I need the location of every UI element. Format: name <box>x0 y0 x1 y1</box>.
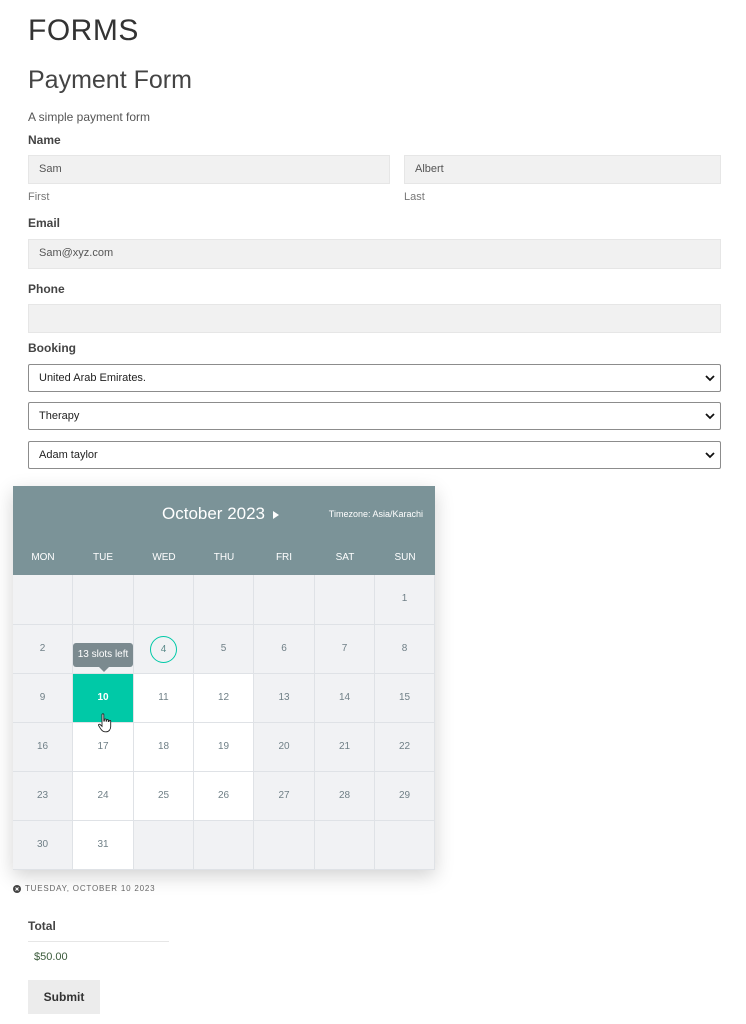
chevron-down-icon <box>705 375 715 382</box>
calendar-day-29[interactable]: 29 <box>375 772 435 821</box>
today-marker: 4 <box>150 636 177 663</box>
calendar-day-28[interactable]: 28 <box>315 772 375 821</box>
staff-select[interactable]: Adam taylor <box>28 441 721 469</box>
email-input[interactable]: Sam@xyz.com <box>28 239 721 269</box>
calendar-day-27[interactable]: 27 <box>254 772 315 821</box>
submit-button[interactable]: Submit <box>28 980 100 1014</box>
selected-date-text: TUESDAY, OCTOBER 10 2023 <box>25 884 156 893</box>
calendar-day-empty <box>194 821 254 870</box>
page-title: FORMS <box>28 14 139 47</box>
calendar-day-11[interactable]: 11 <box>134 674 194 723</box>
calendar-day-12[interactable]: 12 <box>194 674 254 723</box>
calendar-month-label: October 2023 <box>162 504 266 523</box>
calendar-day-24[interactable]: 24 <box>73 772 134 821</box>
calendar-day-5[interactable]: 5 <box>194 625 254 674</box>
first-name-input[interactable]: Sam <box>28 155 390 184</box>
weekday-thu: THU <box>213 552 235 563</box>
weekday-mon: MON <box>31 552 55 563</box>
service-select[interactable]: Therapy <box>28 402 721 430</box>
calendar-day-empty <box>254 575 315 625</box>
calendar-day-empty <box>194 575 254 625</box>
calendar-day-empty <box>315 575 375 625</box>
booking-calendar: October 2023 Timezone: Asia/Karachi MON … <box>13 486 435 870</box>
total-label: Total <box>28 919 56 933</box>
calendar-day-22[interactable]: 22 <box>375 723 435 772</box>
calendar-day-empty <box>254 821 315 870</box>
weekday-wed: WED <box>152 552 176 563</box>
calendar-day-6[interactable]: 6 <box>254 625 315 674</box>
calendar-day-23[interactable]: 23 <box>13 772 73 821</box>
chevron-down-icon <box>705 452 715 459</box>
form-description: A simple payment form <box>28 110 151 124</box>
weekday-fri: FRI <box>275 552 293 563</box>
calendar-day-8[interactable]: 8 <box>375 625 435 674</box>
calendar-day-empty <box>315 821 375 870</box>
calendar-day-1[interactable]: 1 <box>375 575 435 625</box>
calendar-day-26[interactable]: 26 <box>194 772 254 821</box>
email-label: Email <box>28 216 61 230</box>
calendar-day-14[interactable]: 14 <box>315 674 375 723</box>
weekday-sun: SUN <box>394 552 416 563</box>
next-month-arrow-icon[interactable] <box>273 511 279 519</box>
calendar-day-13[interactable]: 13 <box>254 674 315 723</box>
chevron-down-icon <box>705 413 715 420</box>
service-value: Therapy <box>39 410 80 422</box>
location-select[interactable]: United Arab Emirates. <box>28 364 721 392</box>
calendar-day-18[interactable]: 18 <box>134 723 194 772</box>
calendar-day-empty <box>13 575 73 625</box>
location-value: United Arab Emirates. <box>39 372 146 384</box>
close-circle-icon[interactable] <box>13 884 21 893</box>
calendar-day-31[interactable]: 31 <box>73 821 134 870</box>
calendar-day-16[interactable]: 16 <box>13 723 73 772</box>
calendar-grid: 1234567891011121314151617181920212223242… <box>13 575 435 870</box>
calendar-day-2[interactable]: 2 <box>13 625 73 674</box>
calendar-day-9[interactable]: 9 <box>13 674 73 723</box>
booking-label: Booking <box>28 341 76 355</box>
last-sublabel: Last <box>404 191 425 203</box>
hand-cursor-icon <box>98 713 112 733</box>
weekday-tue: TUE <box>93 552 113 563</box>
calendar-day-7[interactable]: 7 <box>315 625 375 674</box>
calendar-day-empty <box>134 575 194 625</box>
form-title: Payment Form <box>28 66 192 94</box>
staff-value: Adam taylor <box>39 449 98 461</box>
calendar-day-25[interactable]: 25 <box>134 772 194 821</box>
calendar-day-empty <box>134 821 194 870</box>
calendar-day-15[interactable]: 15 <box>375 674 435 723</box>
calendar-day-4[interactable]: 4 <box>134 625 194 674</box>
slots-tooltip: 13 slots left <box>73 643 133 672</box>
calendar-day-empty <box>73 575 134 625</box>
weekday-sat: SAT <box>335 552 355 563</box>
phone-input[interactable] <box>28 304 721 333</box>
calendar-day-empty <box>375 821 435 870</box>
selected-date: TUESDAY, OCTOBER 10 2023 <box>13 884 155 893</box>
calendar-day-20[interactable]: 20 <box>254 723 315 772</box>
calendar-day-30[interactable]: 30 <box>13 821 73 870</box>
calendar-day-19[interactable]: 19 <box>194 723 254 772</box>
first-sublabel: First <box>28 191 50 203</box>
phone-label: Phone <box>28 282 65 296</box>
calendar-day-21[interactable]: 21 <box>315 723 375 772</box>
calendar-header: October 2023 Timezone: Asia/Karachi MON … <box>13 486 435 575</box>
calendar-timezone: Timezone: Asia/Karachi <box>328 509 423 519</box>
name-label: Name <box>28 133 61 147</box>
total-value: $50.00 <box>28 941 169 971</box>
last-name-input[interactable]: Albert <box>404 155 721 184</box>
